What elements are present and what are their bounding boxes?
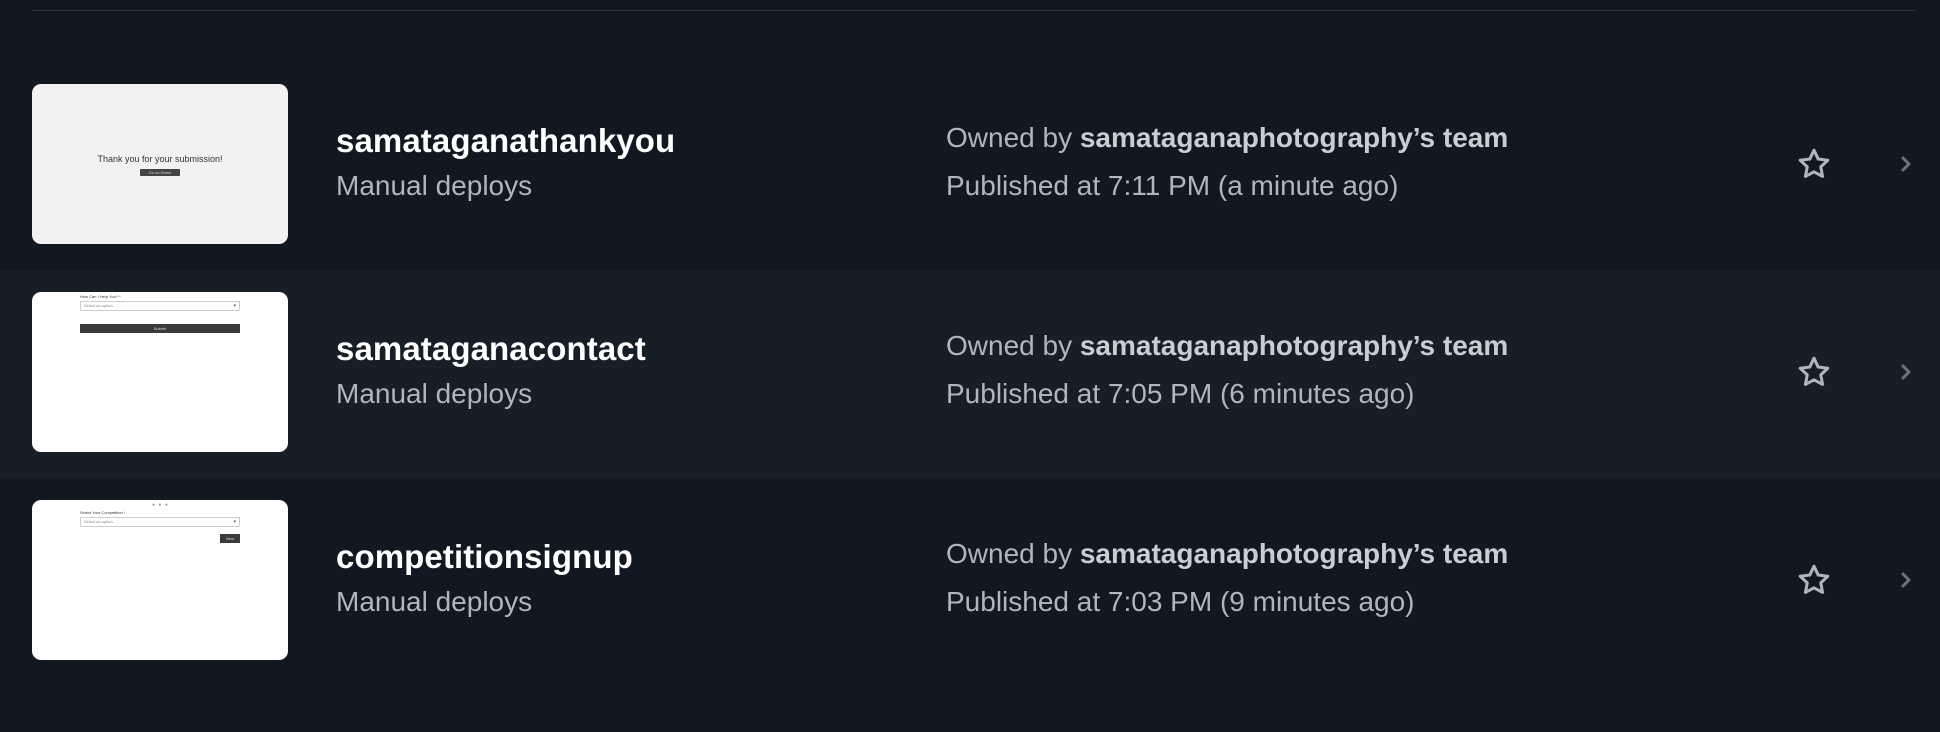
site-preview-thumbnail: Thank you for your submission! Go on Hom… bbox=[32, 84, 288, 244]
owner-prefix: Owned by bbox=[946, 538, 1073, 569]
owner-prefix: Owned by bbox=[946, 330, 1073, 361]
owner-team: samataganaphotography’s team bbox=[1079, 330, 1509, 361]
published-time: Published at 7:11 PM (a minute ago) bbox=[946, 170, 1399, 201]
site-preview-thumbnail: ● ● ● Select Your Competition * Select a… bbox=[32, 500, 288, 660]
star-icon[interactable] bbox=[1796, 146, 1832, 182]
chevron-right-icon[interactable] bbox=[1896, 358, 1916, 386]
site-row[interactable]: Thank you for your submission! Go on Hom… bbox=[0, 62, 1940, 270]
preview-step-dots: ● ● ● bbox=[152, 502, 169, 508]
deploy-type: Manual deploys bbox=[336, 378, 533, 409]
site-name[interactable]: samataganathankyou bbox=[336, 122, 675, 160]
site-owner: Owned by samataganaphotography’s team bbox=[946, 330, 1508, 362]
published-time: Published at 7:03 PM (9 minutes ago) bbox=[946, 586, 1415, 617]
site-list: Thank you for your submission! Go on Hom… bbox=[0, 62, 1940, 686]
deploy-type: Manual deploys bbox=[336, 586, 533, 617]
star-icon[interactable] bbox=[1796, 562, 1832, 598]
site-row[interactable]: ● ● ● Select Your Competition * Select a… bbox=[0, 478, 1940, 686]
star-icon[interactable] bbox=[1796, 354, 1832, 390]
site-owner: Owned by samataganaphotography’s team bbox=[946, 122, 1508, 154]
preview-label: Select Your Competition * bbox=[80, 510, 126, 515]
preview-button: Submit bbox=[80, 324, 240, 333]
preview-button: Next bbox=[220, 534, 240, 543]
site-preview-thumbnail: How Can I Help You? * Select an option S… bbox=[32, 292, 288, 452]
chevron-right-icon[interactable] bbox=[1896, 566, 1916, 594]
preview-select: Select an option bbox=[80, 517, 240, 527]
site-owner: Owned by samataganaphotography’s team bbox=[946, 538, 1508, 570]
site-name[interactable]: samataganacontact bbox=[336, 330, 646, 368]
preview-select: Select an option bbox=[80, 301, 240, 311]
preview-button: Go on Home bbox=[140, 169, 180, 176]
preview-heading: Thank you for your submission! bbox=[97, 154, 223, 164]
top-divider bbox=[32, 10, 1916, 11]
site-row[interactable]: How Can I Help You? * Select an option S… bbox=[0, 270, 1940, 478]
preview-label: How Can I Help You? * bbox=[80, 294, 121, 299]
owner-prefix: Owned by bbox=[946, 122, 1073, 153]
deploy-type: Manual deploys bbox=[336, 170, 533, 201]
owner-team: samataganaphotography’s team bbox=[1079, 538, 1509, 569]
owner-team: samataganaphotography’s team bbox=[1079, 122, 1509, 153]
published-time: Published at 7:05 PM (6 minutes ago) bbox=[946, 378, 1415, 409]
site-name[interactable]: competitionsignup bbox=[336, 538, 633, 576]
chevron-right-icon[interactable] bbox=[1896, 150, 1916, 178]
